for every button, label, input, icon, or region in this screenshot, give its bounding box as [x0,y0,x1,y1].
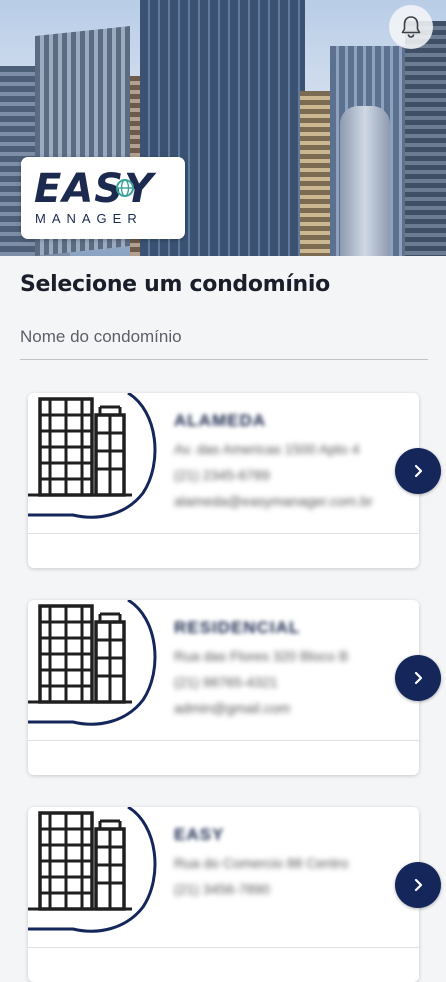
easy-manager-logo: EASY MANAGER [21,157,185,239]
open-condominium-button[interactable] [395,448,441,494]
condominium-name: EASY [174,825,225,844]
condominium-email: admin@gmail.com [174,700,291,716]
condominium-phone: (21) 98765-4321 [174,674,278,690]
chevron-right-icon [414,671,423,685]
building-icon [28,393,158,523]
notifications-button[interactable] [389,5,433,49]
building-icon [28,600,158,730]
chevron-right-icon [414,464,423,478]
globe-icon [116,179,134,197]
card-divider [28,533,419,534]
condominium-card[interactable]: EASY Rua do Comercio 88 Centro (21) 3456-7… [28,807,419,982]
condominium-email: alameda@easymanager.com.br [174,493,373,509]
condominium-info: RESIDENCIAL Rua das Flores 320 Bloco B (21… [174,618,404,718]
condominium-address: Av. das Americas 1500 Apto 4 [174,441,360,457]
condominium-name: ALAMEDA [174,411,266,430]
building-icon [28,807,158,937]
condominium-card[interactable]: RESIDENCIAL Rua das Flores 320 Bloco B (21… [28,600,419,775]
condominium-info: ALAMEDA Av. das Americas 1500 Apto 4 (21) … [174,411,404,511]
condominium-name: RESIDENCIAL [174,618,301,637]
condominium-card[interactable]: ALAMEDA Av. das Americas 1500 Apto 4 (21) … [28,393,419,568]
logo-word: EASY [34,166,155,212]
condominium-phone: (21) 2345-6789 [174,467,270,483]
search-input[interactable] [20,314,428,360]
card-divider [28,740,419,741]
hero-banner: EASY MANAGER [0,0,446,256]
condominium-address: Rua do Comercio 88 Centro [174,855,349,871]
logo-subtitle: MANAGER [35,211,143,226]
hero-building [405,21,446,256]
condominium-info: EASY Rua do Comercio 88 Centro (21) 3456-7… [174,825,404,925]
condominium-email [174,907,404,925]
condominium-phone: (21) 3456-7890 [174,881,270,897]
bell-icon [401,16,421,38]
hero-building [340,106,390,256]
page-title: Selecione um condomínio [20,272,330,297]
open-condominium-button[interactable] [395,862,441,908]
chevron-right-icon [414,878,423,892]
condominium-address: Rua das Flores 320 Bloco B [174,648,349,664]
open-condominium-button[interactable] [395,655,441,701]
card-divider [28,947,419,948]
